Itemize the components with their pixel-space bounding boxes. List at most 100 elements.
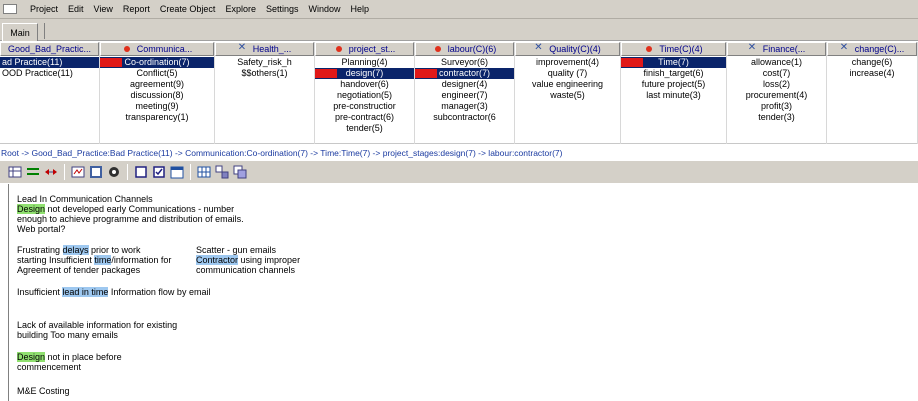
toolbar-separator	[190, 164, 191, 180]
list-item[interactable]: transparency(1)	[100, 112, 214, 123]
document-text-pane[interactable]: Lead In Communication Channels Design no…	[0, 184, 918, 401]
list-item[interactable]: procurement(4)	[727, 90, 826, 101]
list-item-label: profit(3)	[760, 101, 792, 111]
filter-icon[interactable]	[70, 164, 86, 180]
list-item-label: tender(5)	[346, 123, 383, 133]
list-item[interactable]: design(7)	[315, 68, 414, 79]
list-item-label: waste(5)	[550, 90, 585, 100]
list-item[interactable]: ad Practice(11)	[0, 57, 99, 68]
column-header[interactable]: project_st...	[315, 42, 414, 56]
list-item[interactable]: discussion(8)	[100, 90, 214, 101]
grid-view-icon[interactable]	[7, 164, 23, 180]
menu-edit[interactable]: Edit	[63, 4, 89, 14]
x-icon	[534, 43, 544, 54]
list-item[interactable]: increase(4)	[827, 68, 917, 79]
list-item[interactable]: designer(4)	[415, 79, 514, 90]
selection-marker	[100, 58, 122, 67]
list-item-label: manager(3)	[441, 101, 488, 111]
list-item[interactable]: meeting(9)	[100, 101, 214, 112]
list-item-label: finish_target(6)	[643, 68, 704, 78]
column-header[interactable]: labour(C)(6)	[415, 42, 514, 56]
list-item[interactable]: Planning(4)	[315, 57, 414, 68]
menu-create-object[interactable]: Create Object	[155, 4, 221, 14]
list-item[interactable]: value engineering	[515, 79, 620, 90]
list-view-icon[interactable]	[25, 164, 41, 180]
list-item[interactable]: pre-constructior	[315, 101, 414, 112]
selection-marker	[621, 58, 643, 67]
list-item[interactable]: profit(3)	[727, 101, 826, 112]
list-item[interactable]: manager(3)	[415, 101, 514, 112]
list-item[interactable]: improvement(4)	[515, 57, 620, 68]
list-item[interactable]: contractor(7)	[415, 68, 514, 79]
list-item[interactable]: subcontractor(6	[415, 112, 514, 123]
column-header[interactable]: Time(C)(4)	[621, 42, 726, 56]
menu-window[interactable]: Window	[303, 4, 345, 14]
list-item[interactable]: change(6)	[827, 57, 917, 68]
category-column: Finance(...allowance(1)cost(7)loss(2)pro…	[727, 42, 827, 144]
column-items: improvement(4) quality (7) value engineeri…	[515, 56, 620, 101]
list-item[interactable]: tender(5)	[315, 123, 414, 134]
list-item-label: value engineering	[531, 79, 604, 89]
column-header-label: Health_...	[252, 44, 292, 54]
menu-help[interactable]: Help	[346, 4, 375, 14]
column-header[interactable]: Finance(...	[727, 42, 826, 56]
list-item[interactable]: cost(7)	[727, 68, 826, 79]
menu-settings[interactable]: Settings	[261, 4, 304, 14]
list-item[interactable]: finish_target(6)	[621, 68, 726, 79]
list-item[interactable]: quality (7)	[515, 68, 620, 79]
list-item[interactable]: tender(3)	[727, 112, 826, 123]
text-line: M&E Costing	[17, 386, 70, 396]
tile-icon[interactable]	[214, 164, 230, 180]
list-item[interactable]: pre-contract(6)	[315, 112, 414, 123]
table-icon[interactable]	[196, 164, 212, 180]
menu-explore[interactable]: Explore	[220, 4, 261, 14]
expand-icon[interactable]	[43, 164, 59, 180]
list-item[interactable]: Co-ordination(7)	[100, 57, 214, 68]
list-item[interactable]: Safety_risk_h	[215, 57, 314, 68]
list-item-label: change(6)	[851, 57, 893, 67]
list-item[interactable]: future project(5)	[621, 79, 726, 90]
calendar-icon[interactable]	[169, 164, 185, 180]
tab-main[interactable]: Main	[2, 23, 38, 41]
list-item[interactable]: Surveyor(6)	[415, 57, 514, 68]
column-header[interactable]: Communica...	[100, 42, 214, 56]
checkbox-empty-icon[interactable]	[133, 164, 149, 180]
menu-project[interactable]: Project	[25, 4, 63, 14]
list-item[interactable]: Conflict(5)	[100, 68, 214, 79]
column-header[interactable]: Good_Bad_Practic...	[0, 42, 99, 56]
chart-icon[interactable]	[106, 164, 122, 180]
category-column: labour(C)(6) Surveyor(6) contractor(7) desi…	[415, 42, 515, 144]
list-item[interactable]: allowance(1)	[727, 57, 826, 68]
list-item[interactable]: waste(5)	[515, 90, 620, 101]
checkbox-checked-icon[interactable]	[151, 164, 167, 180]
menu-view[interactable]: View	[89, 4, 118, 14]
list-item[interactable]: OOD Practice(11)	[0, 68, 99, 79]
list-item-label: Planning(4)	[341, 57, 388, 67]
list-item-label: quality (7)	[547, 68, 588, 78]
list-item[interactable]: negotiation(5)	[315, 90, 414, 101]
list-item-label: agreement(9)	[129, 79, 185, 89]
text-line: building Too many emails	[17, 330, 118, 340]
category-column: change(C)... change(6)increase(4)	[827, 42, 918, 144]
breadcrumb: Root -> Good_Bad_Practice:Bad Practice(1…	[1, 148, 563, 158]
list-item[interactable]: engineer(7)	[415, 90, 514, 101]
text-line: commencement	[17, 362, 82, 372]
list-item[interactable]: Time(7)	[621, 57, 726, 68]
column-header[interactable]: change(C)...	[827, 42, 917, 56]
list-item[interactable]: $$others(1)	[215, 68, 314, 79]
report-icon[interactable]	[88, 164, 104, 180]
pane-divider	[8, 184, 9, 401]
list-item[interactable]: agreement(9)	[100, 79, 214, 90]
column-header-label: Time(C)(4)	[659, 44, 703, 54]
red-dot-icon	[644, 44, 654, 54]
column-items: Co-ordination(7) Conflict(5) agreement(9) d…	[100, 56, 214, 123]
category-column: Good_Bad_Practic... ad Practice(11) OOD Pr…	[0, 42, 100, 144]
list-item-label: meeting(9)	[135, 101, 179, 111]
menu-report[interactable]: Report	[118, 4, 155, 14]
list-item[interactable]: last minute(3)	[621, 90, 726, 101]
column-header[interactable]: Health_...	[215, 42, 314, 56]
column-header[interactable]: Quality(C)(4)	[515, 42, 620, 56]
cascade-icon[interactable]	[232, 164, 248, 180]
list-item[interactable]: handover(6)	[315, 79, 414, 90]
list-item[interactable]: loss(2)	[727, 79, 826, 90]
